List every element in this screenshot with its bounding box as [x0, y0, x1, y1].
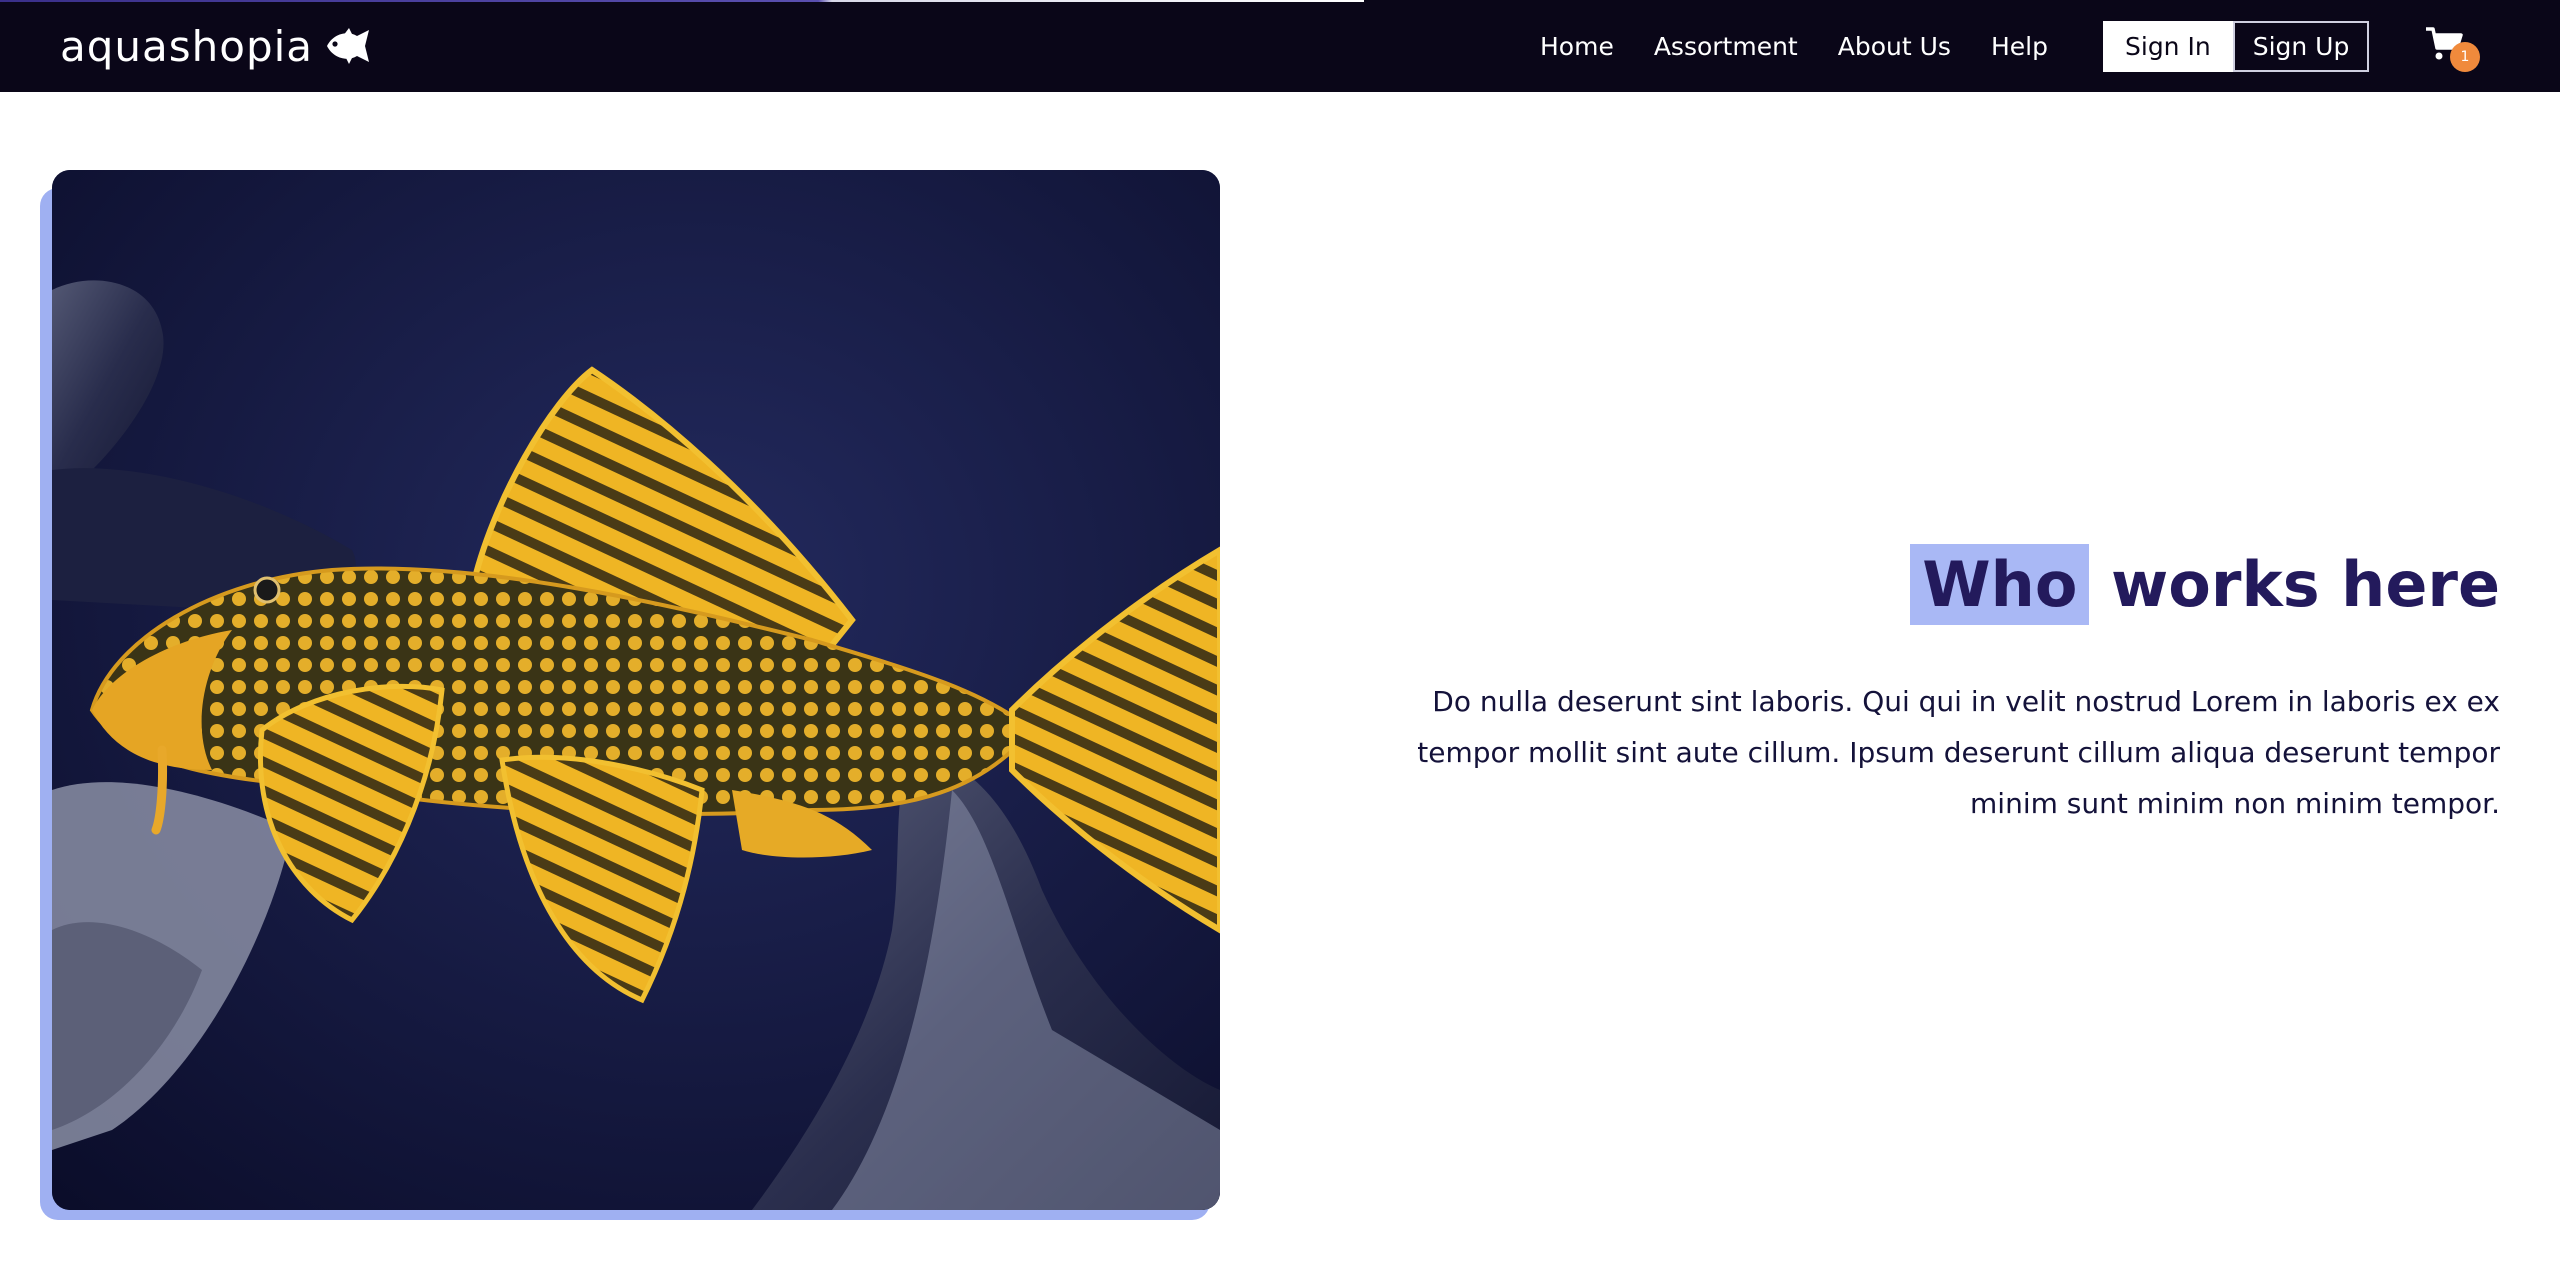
nav-help[interactable]: Help: [1991, 32, 2048, 61]
sign-up-button[interactable]: Sign Up: [2232, 21, 2370, 72]
cart-button[interactable]: 1: [2424, 26, 2480, 72]
sign-in-button[interactable]: Sign In: [2103, 21, 2233, 72]
section-heading: Who works here: [1910, 544, 2500, 625]
navbar: aquashopia Home Assortment About Us Help…: [0, 0, 2560, 92]
cart-count-badge: 1: [2450, 42, 2480, 72]
section-paragraph: Do nulla deserunt sint laboris. Qui qui …: [1417, 685, 2500, 820]
pleco-fish-photo: [52, 170, 1220, 1210]
nav-home[interactable]: Home: [1540, 32, 1614, 61]
photo-illustration: [52, 170, 1220, 1210]
fish-icon: [327, 28, 370, 64]
loading-bar: [0, 0, 1364, 2]
nav-about-us[interactable]: About Us: [1838, 32, 1951, 61]
heading-rest: works here: [2111, 548, 2500, 621]
brand-name: aquashopia: [60, 21, 314, 71]
main-nav: Home Assortment About Us Help: [1540, 0, 2048, 92]
nav-assortment[interactable]: Assortment: [1654, 32, 1798, 61]
brand-logo-link[interactable]: aquashopia: [60, 18, 375, 74]
heading-highlight: Who: [1910, 544, 2090, 625]
auth-buttons: Sign In Sign Up: [2103, 21, 2370, 72]
